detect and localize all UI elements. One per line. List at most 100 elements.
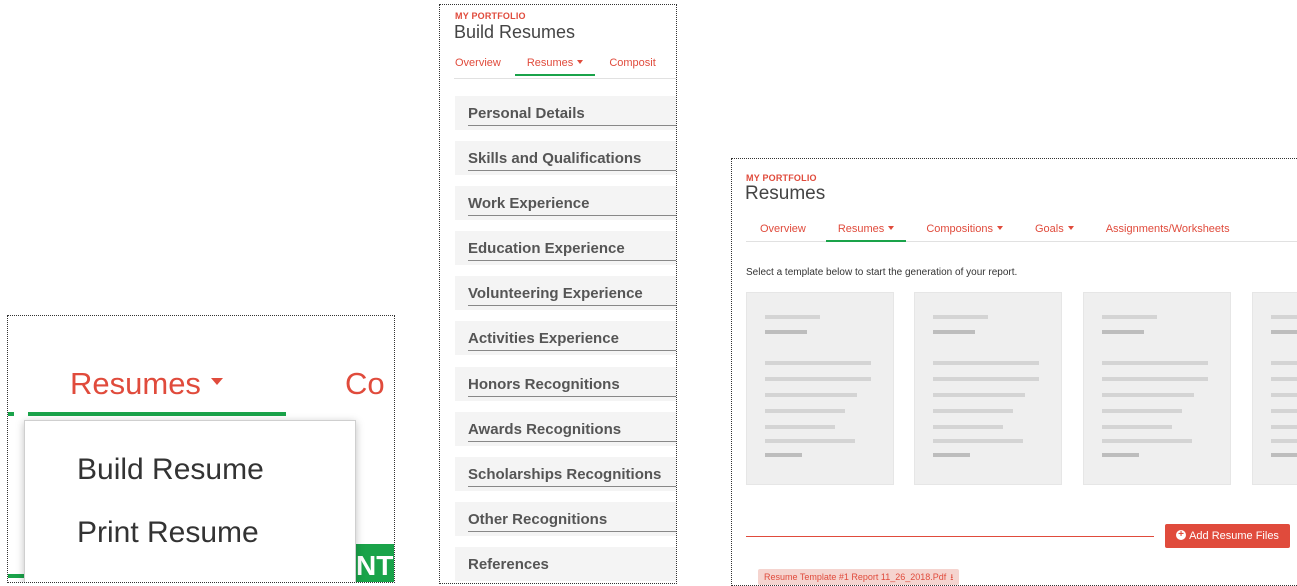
section-skills[interactable]: Skills and Qualifications [455, 141, 676, 175]
resumes-dropdown-panel: Resumes Co NT Build Resume Print Resume [7, 315, 395, 583]
section-label: Personal Details [468, 105, 585, 122]
placeholder-line [1102, 453, 1139, 457]
tab-resumes-label: Resumes [70, 366, 201, 401]
section-underline [468, 396, 676, 397]
section-divider [746, 536, 1154, 537]
tab-overview[interactable]: Overview [455, 57, 501, 69]
add-button-label: Add Resume Files [1189, 530, 1279, 542]
placeholder-line [933, 315, 988, 319]
placeholder-line [765, 315, 820, 319]
menu-item-print-resume[interactable]: Print Resume [77, 516, 259, 550]
tab-resumes[interactable]: Resumes [514, 57, 596, 76]
resumes-dropdown-menu: Build Resume Print Resume [24, 420, 356, 582]
placeholder-line [1271, 453, 1297, 457]
section-underline [468, 170, 676, 171]
tab-resumes-label: Resumes [837, 223, 885, 235]
placeholder-line [1102, 315, 1157, 319]
page-title: Resumes [745, 183, 826, 204]
section-label: Activities Experience [468, 330, 619, 347]
active-tab-underline [28, 412, 286, 416]
resumes-templates-panel: MY PORTFOLIO Resumes Overview Resumes Co… [731, 158, 1297, 586]
section-label: Education Experience [468, 240, 625, 257]
section-education[interactable]: Education Experience [455, 231, 676, 265]
placeholder-line [1102, 330, 1144, 334]
section-honors[interactable]: Honors Recognitions [455, 367, 676, 401]
section-underline [468, 350, 676, 351]
caret-down-icon [577, 60, 584, 65]
placeholder-line [933, 439, 1023, 443]
placeholder-line [1102, 439, 1192, 443]
placeholder-line [1271, 330, 1297, 334]
placeholder-line [933, 453, 970, 457]
section-awards[interactable]: Awards Recognitions [455, 412, 676, 446]
placeholder-line [765, 425, 835, 429]
plus-circle-icon: + [1176, 530, 1187, 541]
tab-compositions[interactable]: Composit [609, 57, 655, 69]
placeholder-line [1102, 393, 1194, 397]
section-label: Honors Recognitions [468, 376, 620, 393]
placeholder-line [933, 377, 1039, 381]
placeholder-line [765, 377, 871, 381]
placeholder-line [1102, 409, 1182, 413]
placeholder-line [933, 330, 975, 334]
tab-overview[interactable]: Overview [760, 223, 806, 235]
tab-compositions-partial[interactable]: Co [345, 366, 385, 402]
placeholder-line [1271, 409, 1297, 413]
section-kicker: MY PORTFOLIO [746, 173, 817, 183]
tab-compositions[interactable]: Compositions [926, 223, 1003, 235]
placeholder-line [765, 361, 871, 365]
placeholder-line [1271, 393, 1297, 397]
section-personal-details[interactable]: Personal Details [455, 96, 676, 130]
caret-down-icon [210, 378, 223, 386]
placeholder-line [765, 439, 855, 443]
template-card-3[interactable] [1083, 292, 1231, 485]
placeholder-line [933, 425, 1003, 429]
section-label: References [468, 556, 549, 573]
section-work-experience[interactable]: Work Experience [455, 186, 676, 220]
tab-resumes[interactable]: Resumes [70, 366, 223, 402]
tab-bar: Overview Resumes Composit [455, 57, 656, 76]
download-icon: ⭳ [950, 572, 954, 582]
menu-item-build-resume[interactable]: Build Resume [77, 453, 264, 487]
green-button-partial[interactable]: NT [354, 544, 394, 582]
section-underline [468, 441, 676, 442]
section-label: Skills and Qualifications [468, 150, 642, 167]
section-label: Volunteering Experience [468, 285, 643, 302]
section-activities[interactable]: Activities Experience [455, 321, 676, 355]
instruction-text: Select a template below to start the gen… [746, 267, 1018, 278]
placeholder-line [765, 453, 802, 457]
tab-divider [454, 78, 676, 79]
tab-bar: Overview Resumes Compositions Goals Assi… [760, 223, 1230, 242]
tab-compositions-label: Compositions [926, 223, 993, 235]
placeholder-line [1271, 439, 1297, 443]
section-label: Work Experience [468, 195, 590, 212]
section-underline [468, 486, 676, 487]
tab-resumes[interactable]: Resumes [825, 223, 907, 242]
template-card-4[interactable] [1252, 292, 1297, 485]
section-underline [468, 305, 676, 306]
caret-down-icon [996, 226, 1003, 231]
placeholder-line [1102, 425, 1172, 429]
resume-file-chip[interactable]: Resume Template #1 Report 11_26_2018.Pdf… [758, 569, 960, 585]
file-name: Resume Template #1 Report 11_26_2018.Pdf [764, 572, 947, 582]
section-volunteering[interactable]: Volunteering Experience [455, 276, 676, 310]
page-title: Build Resumes [454, 22, 576, 42]
section-underline [468, 215, 676, 216]
placeholder-line [1271, 361, 1297, 365]
placeholder-line [1271, 377, 1297, 381]
section-scholarships[interactable]: Scholarships Recognitions [455, 457, 676, 491]
template-card-1[interactable] [746, 292, 894, 485]
section-underline [468, 531, 676, 532]
template-card-2[interactable] [914, 292, 1062, 485]
tab-goals[interactable]: Goals [1035, 223, 1074, 235]
section-other-recognitions[interactable]: Other Recognitions [455, 502, 676, 536]
section-kicker: MY PORTFOLIO [455, 11, 526, 21]
section-label: Scholarships Recognitions [468, 466, 662, 483]
add-resume-files-button[interactable]: + Add Resume Files [1165, 524, 1290, 548]
tab-goals-label: Goals [1034, 223, 1064, 235]
tab-assignments[interactable]: Assignments/Worksheets [1106, 223, 1230, 235]
placeholder-line [765, 330, 807, 334]
section-references[interactable]: References [455, 547, 676, 581]
placeholder-line [933, 393, 1025, 397]
placeholder-line [765, 393, 857, 397]
